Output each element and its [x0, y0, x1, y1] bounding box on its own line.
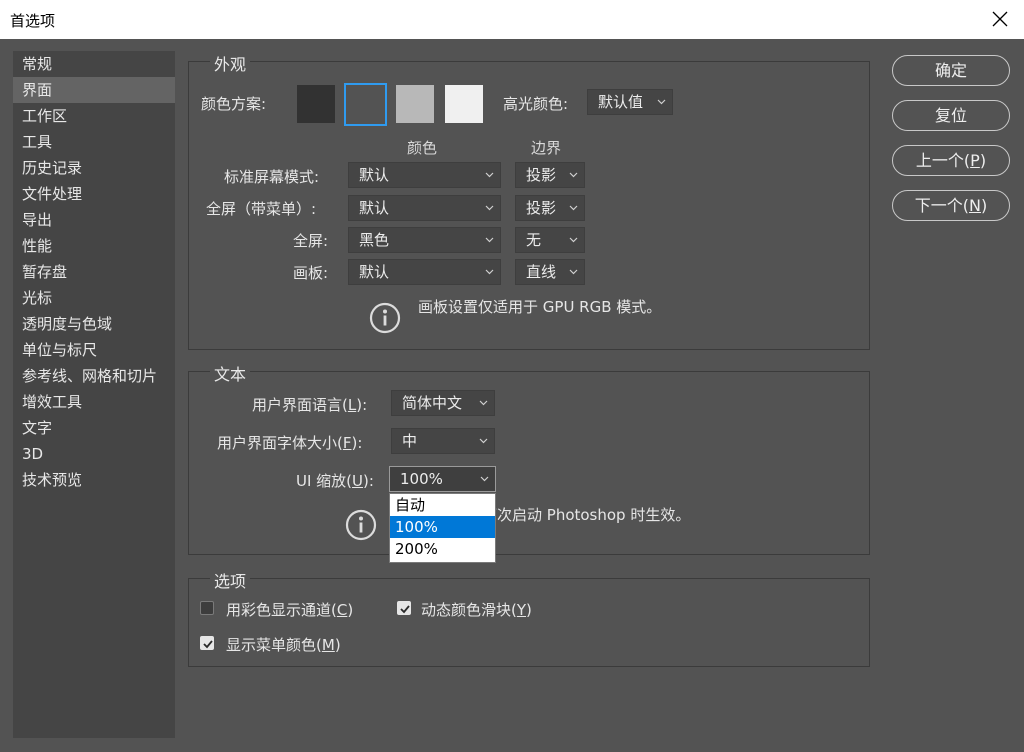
sidebar-item-tech-preview[interactable]: 技术预览 [13, 467, 175, 493]
dynamic-color-sliders-label: 动态颜色滑块(Y) [421, 601, 532, 619]
chevron-down-icon [480, 476, 489, 482]
standard-screen-color-select[interactable]: 默认 [348, 162, 501, 188]
show-menu-colors-label: 显示菜单颜色(M) [226, 636, 341, 654]
window-title: 首选项 [10, 12, 56, 30]
sidebar-item-general[interactable]: 常规 [13, 51, 175, 77]
full-screen-label: 全屏: [293, 232, 329, 250]
next-button[interactable]: 下一个(N) [892, 190, 1010, 221]
sidebar-item-file-handling[interactable]: 文件处理 [13, 181, 175, 207]
ui-font-size-value: 中 [402, 432, 418, 450]
dynamic-color-sliders-checkbox[interactable] [397, 601, 411, 615]
reset-button[interactable]: 复位 [892, 100, 1010, 131]
color-channels-label: 用彩色显示通道(C) [226, 601, 354, 619]
chevron-down-icon [569, 172, 578, 178]
full-screen-border-value: 无 [526, 231, 542, 249]
chevron-down-icon [479, 438, 488, 444]
chevron-down-icon [569, 205, 578, 211]
standard-screen-border-select[interactable]: 投影 [515, 162, 585, 188]
chevron-down-icon [657, 99, 666, 105]
sidebar-item-performance[interactable]: 性能 [13, 233, 175, 259]
full-screen-border-select[interactable]: 无 [515, 227, 585, 253]
standard-screen-color-value: 默认 [359, 166, 390, 184]
ui-scale-select[interactable]: 100% [389, 466, 496, 492]
sidebar-item-scratch-disks[interactable]: 暂存盘 [13, 259, 175, 285]
info-icon [369, 302, 401, 334]
sidebar: 常规 界面 工作区 工具 历史记录 文件处理 导出 性能 暂存盘 光标 透明度与… [13, 51, 175, 738]
sidebar-item-guides-grid[interactable]: 参考线、网格和切片 [13, 363, 175, 389]
full-screen-menus-label: 全屏（带菜单）: [206, 200, 317, 218]
ui-scale-option-200[interactable]: 200% [390, 538, 495, 560]
artboard-label: 画板: [293, 264, 329, 282]
chevron-down-icon [485, 172, 494, 178]
sidebar-item-interface[interactable]: 界面 [13, 77, 175, 103]
color-scheme-label: 颜色方案: [201, 95, 267, 113]
info-icon [345, 509, 377, 541]
standard-screen-border-value: 投影 [526, 166, 557, 184]
text-group-label: 文本 [210, 361, 251, 385]
previous-button[interactable]: 上一个(P) [892, 145, 1010, 176]
column-header-color: 颜色 [407, 139, 438, 157]
close-icon [992, 11, 1008, 27]
sidebar-item-export[interactable]: 导出 [13, 207, 175, 233]
ui-scale-info-text: 下次启动 Photoshop 时生效。 [482, 506, 691, 524]
color-scheme-swatch-light[interactable] [445, 85, 483, 123]
chevron-down-icon [485, 269, 494, 275]
highlight-color-select[interactable]: 默认值 [587, 89, 673, 115]
ui-language-label: 用户界面语言(L): [252, 396, 368, 414]
sidebar-item-plugins[interactable]: 增效工具 [13, 389, 175, 415]
color-scheme-swatch-dark[interactable] [344, 83, 387, 126]
color-scheme-swatch-medium[interactable] [396, 85, 434, 123]
full-screen-menus-color-value: 默认 [359, 199, 390, 217]
column-header-border: 边界 [531, 139, 562, 157]
chevron-down-icon [569, 237, 578, 243]
sidebar-item-units-rulers[interactable]: 单位与标尺 [13, 337, 175, 363]
artboard-color-select[interactable]: 默认 [348, 259, 501, 285]
color-channels-checkbox[interactable] [200, 601, 214, 615]
sidebar-item-history[interactable]: 历史记录 [13, 155, 175, 181]
highlight-color-value: 默认值 [598, 93, 644, 111]
title-bar: 首选项 [0, 0, 1024, 39]
ok-button[interactable]: 确定 [892, 55, 1010, 86]
chevron-down-icon [569, 269, 578, 275]
appearance-group-label: 外观 [210, 51, 251, 75]
chevron-down-icon [479, 400, 488, 406]
ui-scale-option-auto[interactable]: 自动 [390, 494, 495, 516]
full-screen-menus-border-select[interactable]: 投影 [515, 195, 585, 221]
full-screen-color-value: 黑色 [359, 231, 390, 249]
ui-font-size-label: 用户界面字体大小(F): [217, 434, 363, 452]
ui-scale-value: 100% [400, 470, 443, 488]
artboard-info-text: 画板设置仅适用于 GPU RGB 模式。 [418, 298, 662, 316]
close-button[interactable] [978, 0, 1024, 39]
color-scheme-swatch-darkest[interactable] [297, 85, 335, 123]
sidebar-item-workspace[interactable]: 工作区 [13, 103, 175, 129]
sidebar-item-type[interactable]: 文字 [13, 415, 175, 441]
ui-scale-dropdown-list: 自动 100% 200% [389, 493, 496, 563]
artboard-color-value: 默认 [359, 263, 390, 281]
checkmark-icon [203, 640, 213, 649]
ui-language-select[interactable]: 简体中文 [391, 390, 495, 416]
standard-screen-mode-label: 标准屏幕模式: [224, 168, 320, 186]
artboard-border-select[interactable]: 直线 [515, 259, 585, 285]
show-menu-colors-checkbox[interactable] [200, 636, 214, 650]
full-screen-menus-color-select[interactable]: 默认 [348, 195, 501, 221]
chevron-down-icon [485, 237, 494, 243]
chevron-down-icon [485, 205, 494, 211]
artboard-border-value: 直线 [526, 263, 557, 281]
full-screen-menus-border-value: 投影 [526, 199, 557, 217]
sidebar-item-3d[interactable]: 3D [13, 441, 175, 467]
checkmark-icon [400, 605, 410, 614]
sidebar-item-cursors[interactable]: 光标 [13, 285, 175, 311]
ui-language-value: 简体中文 [402, 394, 463, 412]
sidebar-item-tools[interactable]: 工具 [13, 129, 175, 155]
sidebar-item-transparency[interactable]: 透明度与色域 [13, 311, 175, 337]
ui-scale-option-100[interactable]: 100% [390, 516, 495, 538]
options-group-label: 选项 [210, 568, 251, 592]
ui-scale-label: UI 缩放(U): [296, 472, 374, 490]
full-screen-color-select[interactable]: 黑色 [348, 227, 501, 253]
highlight-color-label: 高光颜色: [503, 95, 569, 113]
ui-font-size-select[interactable]: 中 [391, 428, 495, 454]
